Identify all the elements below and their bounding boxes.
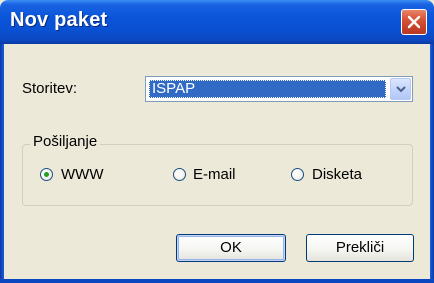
service-select[interactable]: ISPAP — [145, 76, 413, 102]
radio-www-label[interactable]: WWW — [61, 166, 103, 183]
radio-disketa[interactable] — [291, 168, 304, 181]
window-title: Nov paket — [10, 9, 108, 31]
radio-disketa-label[interactable]: Disketa — [312, 166, 362, 183]
title-bar[interactable]: Nov paket — [0, 0, 434, 44]
radio-selected-dot — [44, 172, 49, 177]
service-selected-value: ISPAP — [149, 80, 386, 98]
service-label: Storitev: — [22, 80, 78, 97]
sending-legend: Pošiljanje — [30, 133, 101, 150]
window-border-bottom — [0, 279, 434, 283]
radio-email-label[interactable]: E-mail — [193, 166, 236, 183]
radio-email[interactable] — [173, 168, 186, 181]
close-icon — [407, 15, 421, 29]
chevron-down-icon — [396, 86, 406, 93]
radio-www[interactable] — [40, 168, 53, 181]
service-dropdown-button[interactable] — [390, 78, 411, 100]
window-border-left — [0, 44, 4, 283]
ok-button[interactable]: OK — [176, 234, 286, 262]
cancel-button[interactable]: Prekliči — [306, 234, 414, 262]
window-border-right — [430, 44, 434, 283]
dialog-window: Nov paket Storitev: ISPAP Pošiljanje WWW… — [0, 0, 434, 283]
close-button[interactable] — [401, 9, 427, 35]
